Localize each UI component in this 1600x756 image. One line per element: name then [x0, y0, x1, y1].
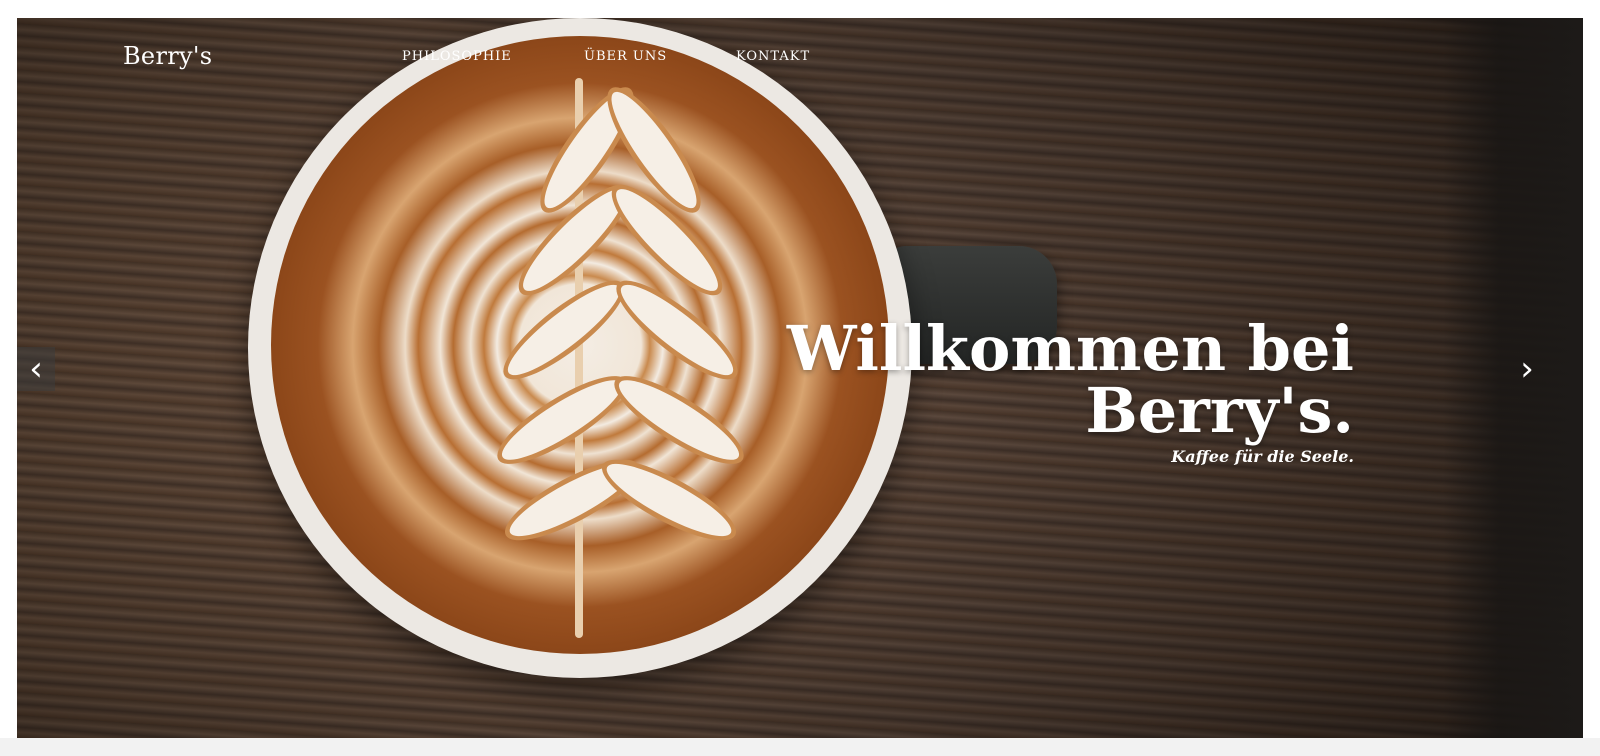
carousel-prev-button[interactable]: ‹ [17, 347, 55, 391]
hero-tagline: Kaffee für die Seele. [1171, 447, 1354, 466]
chevron-right-icon: › [1520, 349, 1534, 389]
chevron-left-icon: ‹ [29, 349, 43, 389]
carousel-next-button[interactable]: › [1508, 347, 1546, 391]
nav-item-kontakt[interactable]: KONTAKT [736, 49, 810, 64]
hero-headline: Willkommen bei Berry's. [787, 318, 1354, 442]
nav-item-philosophie[interactable]: PHILOSOPHIE [402, 49, 512, 64]
nav-item-ueber-uns[interactable]: ÜBER UNS [584, 49, 667, 64]
brand-logo[interactable]: Berry's [123, 42, 212, 70]
hero-headline-line2: Berry's. [1085, 374, 1354, 447]
page-bottom-strip [0, 738, 1600, 756]
